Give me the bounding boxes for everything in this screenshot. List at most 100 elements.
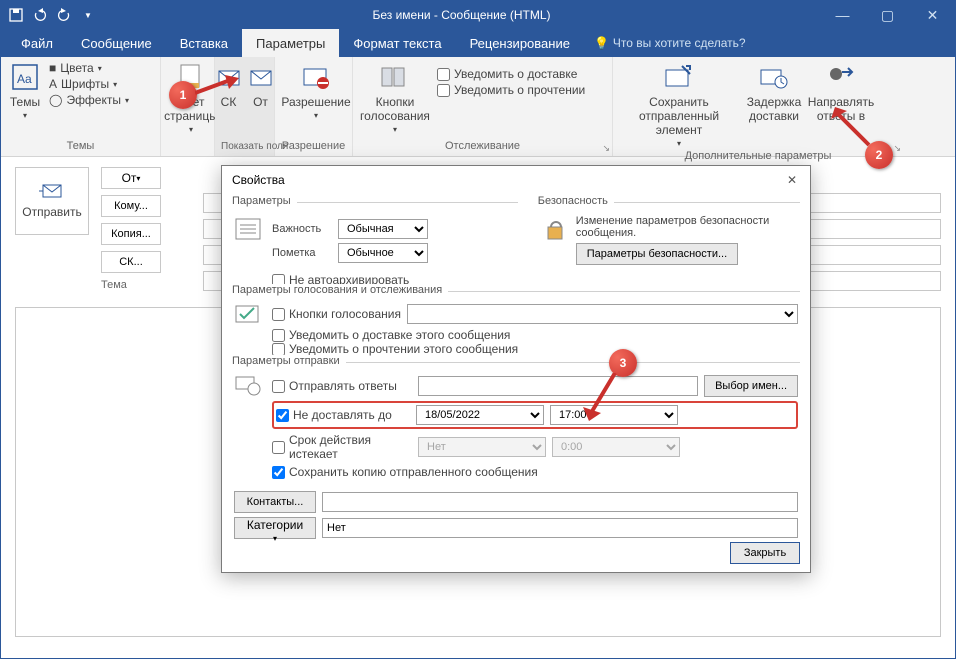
read-receipt-checkbox[interactable]: Уведомить о прочтении [437, 83, 585, 97]
callout-3-label: 3 [620, 356, 627, 370]
read-receipt-label: Уведомить о прочтении [454, 83, 585, 97]
voting-label: Кнопки голосования [360, 95, 430, 123]
arrow-2 [831, 107, 875, 149]
voting-icon [379, 61, 411, 93]
save-icon[interactable] [5, 4, 27, 26]
dialog-read-receipt[interactable]: Уведомить о прочтении этого сообщения [272, 342, 798, 356]
more-dialog-launcher[interactable]: ↘ [893, 143, 901, 154]
tell-me-label: Что вы хотите сделать? [613, 36, 746, 50]
tab-message[interactable]: Сообщение [67, 29, 166, 57]
arrow-1 [195, 75, 245, 105]
delay-until-label: Не доставлять до [293, 408, 392, 422]
quick-access-toolbar: ▼ [1, 4, 103, 26]
delay-date-select[interactable]: 18/05/2022 [416, 405, 544, 425]
permission-label: Разрешение [281, 95, 350, 109]
delay-icon [758, 61, 790, 93]
expires-checkbox[interactable]: Срок действия истекает [272, 433, 412, 461]
cc-field-button[interactable]: Копия... [101, 223, 161, 245]
delay-until-checkbox[interactable]: Не доставлять до [276, 408, 410, 422]
from-button[interactable]: От [248, 61, 274, 109]
minimize-button[interactable]: — [820, 1, 865, 29]
tell-me-search[interactable]: 💡 Что вы хотите сделать? [594, 29, 746, 57]
delay-highlight: Не доставлять до 18/05/2022 17:00 [272, 401, 798, 429]
to-field-button[interactable]: Кому... [101, 195, 161, 217]
select-names-button[interactable]: Выбор имен... [704, 375, 798, 397]
maximize-button[interactable]: ▢ [865, 1, 910, 29]
voting-buttons[interactable]: Кнопки голосования▾ [359, 61, 431, 134]
themes-button[interactable]: Aa Темы▾ [7, 61, 43, 120]
reply-to-input[interactable] [418, 376, 698, 396]
categories-input[interactable] [322, 518, 798, 538]
voting-options-select[interactable] [407, 304, 798, 324]
delivery-receipt-label: Уведомить о доставке [454, 67, 577, 81]
redo-icon[interactable] [53, 4, 75, 26]
categories-label: Категории [247, 518, 303, 532]
reply-to-label: Отправлять ответы [289, 379, 397, 393]
group-show-fields: СК От Показать поля [215, 57, 275, 156]
bcc-field-button[interactable]: СК... [101, 251, 161, 273]
send-button[interactable]: Отправить [15, 167, 89, 235]
colors-button[interactable]: ■ Цвета ▾ [49, 61, 129, 75]
sensitivity-select[interactable]: Обычное [338, 243, 428, 263]
importance-select[interactable]: Обычная [338, 219, 428, 239]
themes-icon: Aa [9, 61, 41, 93]
qat-dropdown-icon[interactable]: ▼ [77, 4, 99, 26]
callout-2-label: 2 [876, 148, 883, 162]
tab-options[interactable]: Параметры [242, 29, 339, 57]
themes-label: Темы [10, 95, 40, 109]
reply-to-checkbox[interactable]: Отправлять ответы [272, 379, 412, 393]
voting-section-icon [234, 300, 264, 356]
dialog-delivery-receipt[interactable]: Уведомить о доставке этого сообщения [272, 328, 798, 342]
save-sent-label: Сохранить отправленный элемент [619, 95, 739, 137]
callout-1-label: 1 [180, 88, 187, 102]
undo-icon[interactable] [29, 4, 51, 26]
security-settings-button[interactable]: Параметры безопасности... [576, 243, 738, 265]
close-button[interactable]: ✕ [910, 1, 955, 29]
tab-format[interactable]: Формат текста [339, 29, 455, 57]
save-copy-checkbox[interactable]: Сохранить копию отправленного сообщения [272, 465, 798, 479]
window-title: Без имени - Сообщение (HTML) [103, 8, 820, 22]
contacts-button[interactable]: Контакты... [234, 491, 316, 513]
expires-date-select: Нет [418, 437, 546, 457]
from-field-button[interactable]: От ▾ [101, 167, 161, 189]
dialog-close-button[interactable]: ✕ [780, 168, 804, 192]
window-controls: — ▢ ✕ [820, 1, 955, 29]
delivery-receipt-checkbox[interactable]: Уведомить о доставке [437, 67, 585, 81]
tracking-dialog-launcher[interactable]: ↘ [602, 143, 610, 154]
categories-button[interactable]: Категории ▾ [234, 517, 316, 539]
from-icon [245, 61, 277, 93]
send-label: Отправить [22, 205, 82, 219]
sensitivity-label: Пометка [272, 247, 332, 259]
window-titlebar: ▼ Без имени - Сообщение (HTML) — ▢ ✕ [1, 1, 955, 29]
expires-time-select: 0:00 [552, 437, 680, 457]
properties-dialog: Свойства ✕ Параметры ВажностьОбычная Пом… [221, 165, 811, 573]
tab-insert[interactable]: Вставка [166, 29, 242, 57]
save-sent-button[interactable]: Сохранить отправленный элемент▾ [619, 61, 739, 148]
params-icon [234, 215, 264, 267]
ribbon-tabs: Файл Сообщение Вставка Параметры Формат … [1, 29, 955, 57]
dialog-titlebar: Свойства ✕ [222, 166, 810, 194]
tab-file[interactable]: Файл [7, 29, 67, 57]
svg-text:Aa: Aa [17, 72, 32, 86]
tab-review[interactable]: Рецензирование [456, 29, 584, 57]
dialog-close-ok-button[interactable]: Закрыть [730, 542, 800, 564]
ribbon: Aa Темы▾ ■ Цвета ▾ A Шрифты ▾ ◯ Эффекты … [1, 57, 955, 157]
importance-label: Важность [272, 223, 332, 235]
fieldset-delivery: Параметры отправки [232, 355, 346, 367]
send-icon [39, 183, 65, 201]
group-label-tracking: Отслеживание [359, 138, 606, 152]
delivery-section-icon [234, 371, 264, 479]
fieldset-voting: Параметры голосования и отслеживания [232, 284, 448, 296]
voting-buttons-label: Кнопки голосования [289, 307, 401, 321]
contacts-input[interactable] [322, 492, 798, 512]
expires-label: Срок действия истекает [289, 433, 412, 461]
fonts-button[interactable]: A Шрифты ▾ [49, 77, 129, 91]
lightbulb-icon: 💡 [594, 36, 609, 50]
group-label-themes: Темы [7, 138, 154, 152]
voting-buttons-checkbox[interactable]: Кнопки голосования [272, 307, 401, 321]
permission-button[interactable]: Разрешение▾ [281, 61, 351, 120]
group-label-more: Дополнительные параметры [619, 148, 897, 162]
effects-button[interactable]: ◯ Эффекты ▾ [49, 93, 129, 107]
delay-delivery-button[interactable]: Задержка доставки [745, 61, 803, 123]
group-themes: Aa Темы▾ ■ Цвета ▾ A Шрифты ▾ ◯ Эффекты … [1, 57, 161, 156]
